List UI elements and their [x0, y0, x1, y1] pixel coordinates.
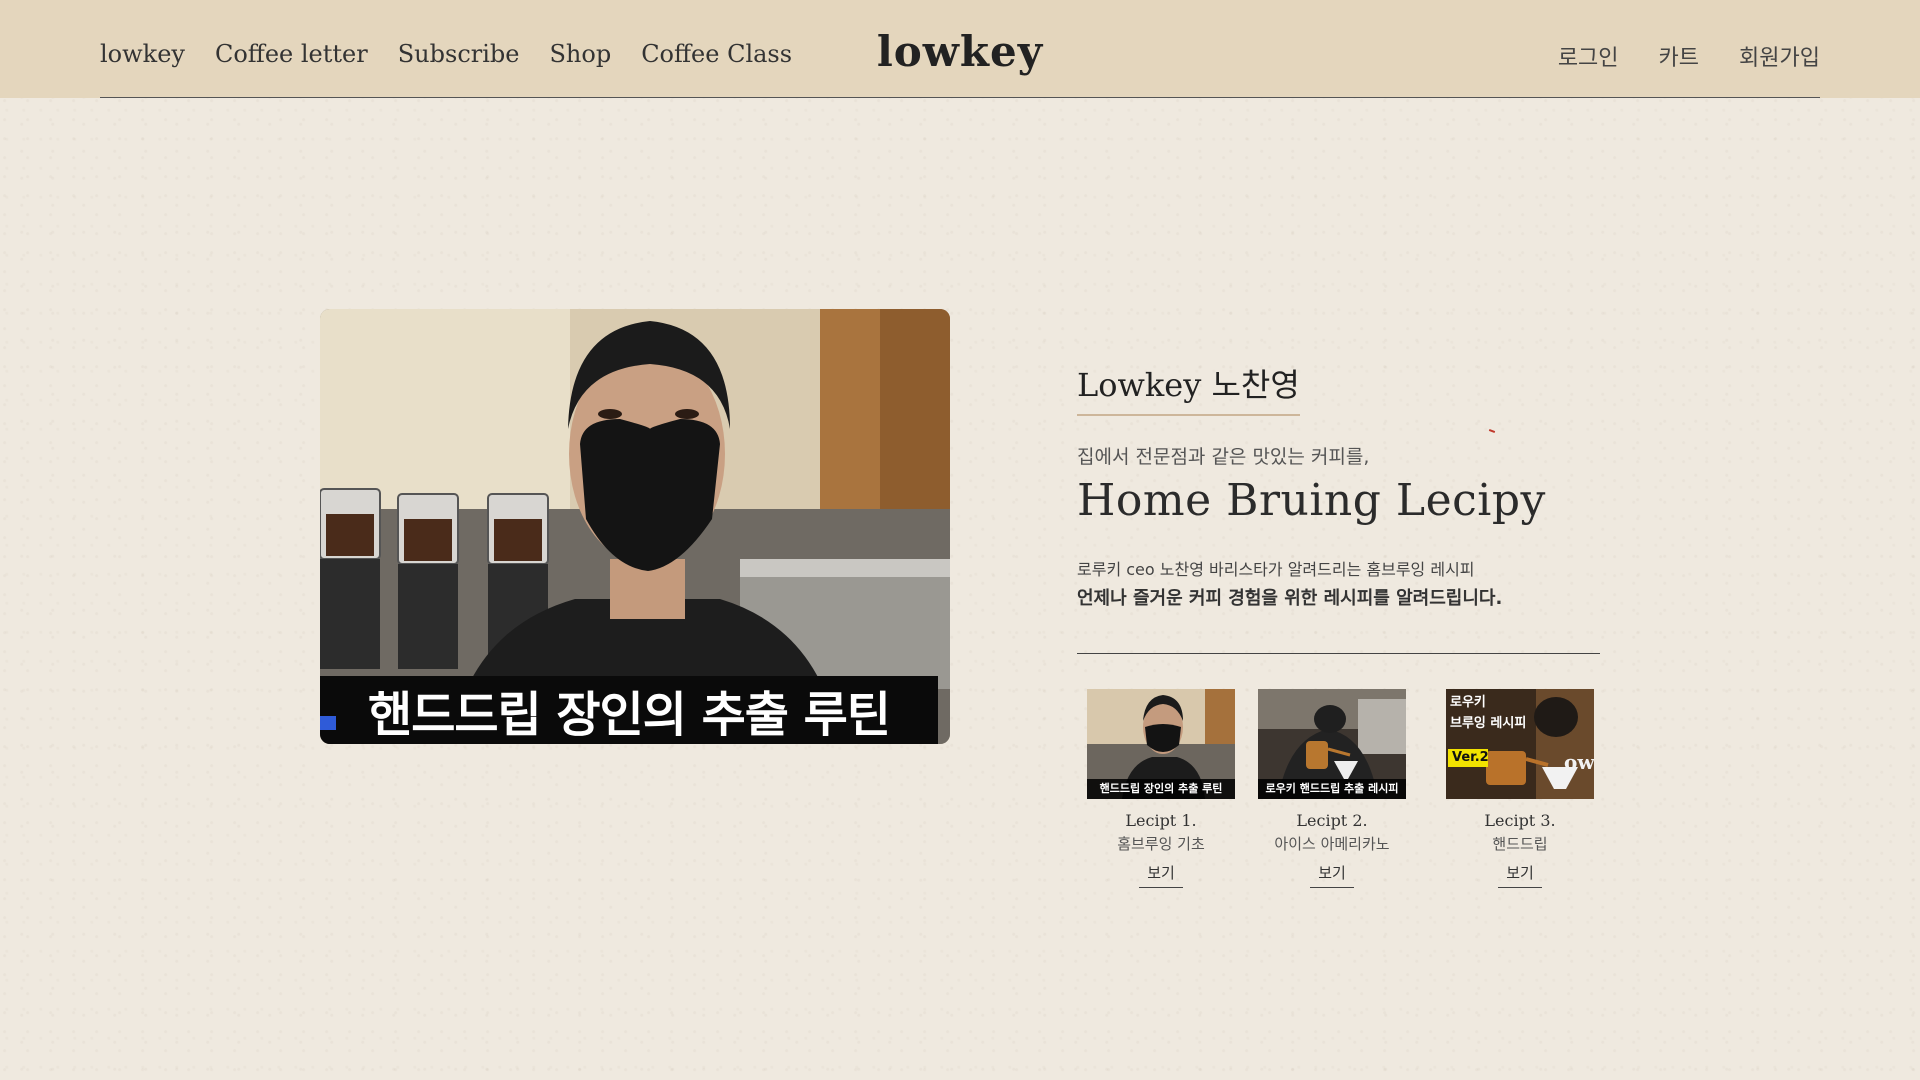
recipe-list: 핸드드립 장인의 추출 루틴 Lecipt 1. 홈브루잉 기초 보기 로우키 …	[1077, 689, 1637, 899]
recipe-card-3: owk 로우키 브루잉 레시피 Ver.2 Lecipt 3. 핸드드립 보기	[1445, 689, 1595, 888]
header-divider	[100, 97, 1820, 98]
thumbnail-tag-3: Ver.2	[1452, 750, 1489, 765]
thumbnail-tag-1: 로우키	[1450, 695, 1486, 710]
recipe-view-button-2[interactable]: 보기	[1310, 862, 1354, 888]
nav-lowkey[interactable]: lowkey	[100, 40, 185, 68]
top-navigation-bar: lowkey Coffee letter Subscribe Shop Coff…	[0, 0, 1920, 98]
recipe-title-1: Lecipt 1.	[1125, 811, 1197, 830]
intro-description-2: 언제나 즐거운 커피 경험을 위한 레시피를 알려드립니다.	[1077, 588, 1503, 609]
intro-description-1: 로루키 ceo 노찬영 바리스타가 알려드리는 홈브루잉 레시피	[1077, 560, 1475, 579]
intro-section: Lowkey 노찬영 집에서 전문점과 같은 맛있는 커피를, Home Bru…	[1077, 360, 1637, 610]
thumbnail-caption-1: 핸드드립 장인의 추출 루틴	[1087, 779, 1235, 799]
recipe-title-3: Lecipt 3.	[1484, 811, 1556, 830]
recipe-thumbnail-1[interactable]: 핸드드립 장인의 추출 루틴	[1087, 689, 1235, 799]
recipe-thumbnail-2[interactable]: 로우키 핸드드립 추출 레시피	[1258, 689, 1406, 799]
caption-accent	[320, 716, 336, 730]
recipe-view-button-1[interactable]: 보기	[1139, 862, 1183, 888]
intro-headline: Home Bruing Lecipy	[1077, 475, 1546, 526]
thumbnail-tag-2: 브루잉 레시피	[1450, 716, 1527, 731]
barista-name: Lowkey 노찬영	[1077, 360, 1300, 416]
recipe-view-button-3[interactable]: 보기	[1498, 862, 1542, 888]
nav-subscribe[interactable]: Subscribe	[398, 40, 520, 68]
thumbnail-logo-text: owk	[1564, 750, 1594, 774]
video-caption-text: 핸드드립 장인의 추출 루틴	[368, 687, 891, 743]
nav-shop[interactable]: Shop	[549, 40, 611, 68]
section-divider	[1077, 653, 1600, 654]
nav-coffee-class[interactable]: Coffee Class	[641, 40, 792, 68]
video-caption: 핸드드립 장인의 추출 루틴	[320, 676, 938, 744]
nav-coffee-letter[interactable]: Coffee letter	[215, 40, 368, 68]
recipe-subtitle-3: 핸드드립	[1492, 835, 1548, 853]
account-nav: 로그인 카트 회원가입	[1558, 40, 1820, 72]
recipe-card-1: 핸드드립 장인의 추출 루틴 Lecipt 1. 홈브루잉 기초 보기	[1086, 689, 1236, 888]
brand-logo[interactable]: lowkey	[877, 27, 1043, 76]
featured-video[interactable]: 핸드드립 장인의 추출 루틴	[320, 309, 950, 744]
recipe-title-2: Lecipt 2.	[1296, 811, 1368, 830]
thumbnail-caption-2: 로우키 핸드드립 추출 레시피	[1258, 779, 1406, 799]
recipe-subtitle-2: 아이스 아메리카노	[1274, 835, 1390, 853]
recipe-card-2: 로우키 핸드드립 추출 레시피 Lecipt 2. 아이스 아메리카노 보기	[1257, 689, 1407, 888]
nav-signup[interactable]: 회원가입	[1739, 40, 1820, 72]
nav-login[interactable]: 로그인	[1558, 40, 1619, 72]
recipe-subtitle-1: 홈브루잉 기초	[1117, 835, 1205, 853]
intro-subtitle: 집에서 전문점과 같은 맛있는 커피를,	[1077, 446, 1370, 468]
recipe-thumbnail-3[interactable]: owk 로우키 브루잉 레시피 Ver.2	[1446, 689, 1594, 799]
nav-cart[interactable]: 카트	[1659, 40, 1699, 72]
primary-nav: lowkey Coffee letter Subscribe Shop Coff…	[100, 40, 792, 68]
